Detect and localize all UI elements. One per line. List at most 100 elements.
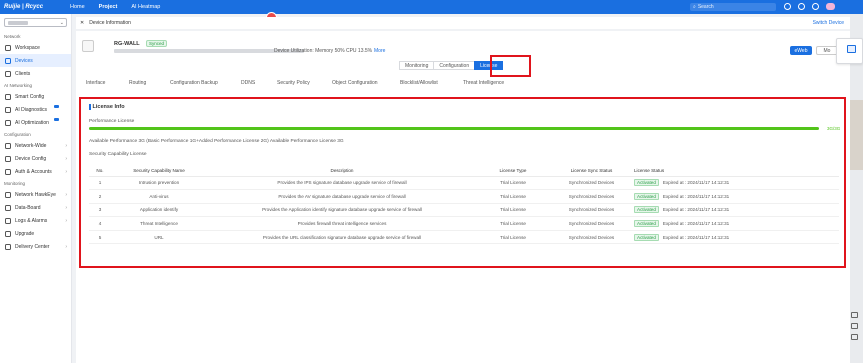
nav-project[interactable]: Project bbox=[99, 4, 118, 10]
tab-configuration[interactable]: Configuration bbox=[433, 61, 476, 70]
sidebar-item-data-board[interactable]: Data-Board › bbox=[0, 201, 71, 214]
new-badge bbox=[54, 105, 59, 108]
sidebar-item-logs-alarms[interactable]: Logs & Alarms › bbox=[0, 214, 71, 227]
sidebar-item-network-wide[interactable]: Network-Wide › bbox=[0, 139, 71, 152]
sidebar-item-label: Upgrade bbox=[15, 230, 35, 237]
cell-sync: Synchronized Devices bbox=[549, 176, 634, 191]
col-no: No. bbox=[89, 165, 111, 177]
top-nav: Home Project AI Heatmap bbox=[70, 4, 160, 10]
cell-description: Provides firewall threat intelligence se… bbox=[207, 216, 477, 231]
cell-sync: Synchronized Devices bbox=[549, 189, 634, 204]
table-row: 5 URL Provides the URL classification si… bbox=[89, 230, 839, 245]
cell-status: Activated Expired at : 2024/11/17 14:12:3… bbox=[634, 203, 839, 218]
background-photo bbox=[850, 100, 863, 170]
cell-description: Provides the IPS signature database upgr… bbox=[207, 176, 477, 191]
ai-diagnostics-icon bbox=[5, 106, 11, 113]
close-icon[interactable]: ✕ bbox=[80, 20, 84, 26]
sidebar-item-ai-diagnostics[interactable]: AI Diagnostics bbox=[0, 103, 71, 116]
page-title: Device Information bbox=[89, 20, 131, 26]
search-icon: ⌕ bbox=[693, 4, 696, 10]
tab-security-policy[interactable]: Security Policy bbox=[277, 80, 310, 86]
sidebar-item-clients[interactable]: Clients bbox=[0, 67, 71, 80]
tab-object-configuration[interactable]: Object Configuration bbox=[332, 80, 378, 86]
expiry-text: Expired at : 2024/11/17 14:12:31 bbox=[662, 234, 730, 240]
chevron-right-icon: › bbox=[65, 191, 67, 198]
sidebar-item-label: AI Optimization bbox=[15, 119, 49, 126]
cell-name: Application identify bbox=[111, 203, 207, 218]
smart-config-icon bbox=[5, 93, 11, 100]
document-icon[interactable] bbox=[851, 334, 858, 340]
sidebar-item-label: Smart Config bbox=[15, 93, 45, 100]
new-badge bbox=[54, 118, 59, 121]
table-row: 2 Anti-virus Provides the AV signature d… bbox=[89, 189, 839, 204]
message-icon[interactable] bbox=[798, 3, 805, 10]
sidebar-item-delivery-center[interactable]: Delivery Center › bbox=[0, 240, 71, 253]
brand-logo[interactable]: Ruijie | Rcycc bbox=[0, 4, 60, 10]
panel-icon[interactable] bbox=[847, 45, 856, 53]
license-title-text: License Info bbox=[92, 104, 125, 110]
cell-status: Activated Expired at : 2024/11/17 14:12:3… bbox=[634, 216, 839, 231]
activated-badge: Activated bbox=[634, 220, 659, 228]
tab-monitoring[interactable]: Monitoring bbox=[399, 61, 435, 70]
cell-name: Anti-virus bbox=[111, 189, 207, 204]
help-icon[interactable] bbox=[784, 3, 791, 10]
eweb-button[interactable]: eWeb bbox=[790, 46, 812, 55]
sidebar-item-upgrade[interactable]: Upgrade bbox=[0, 227, 71, 240]
search-input[interactable]: ⌕ Search bbox=[690, 3, 776, 11]
switch-device-link[interactable]: Switch Device bbox=[813, 20, 844, 26]
chevron-right-icon: › bbox=[65, 155, 67, 162]
org-name-redacted bbox=[8, 21, 28, 25]
sidebar: ⌄ Network Workspace Devices Clients AI N… bbox=[0, 14, 72, 363]
sidebar-item-devices[interactable]: Devices bbox=[0, 54, 71, 67]
col-license-type: License Type bbox=[477, 165, 549, 177]
activated-badge: Activated bbox=[634, 179, 659, 187]
tab-threat-intelligence[interactable]: Threat Intelligence bbox=[463, 80, 504, 86]
tab-routing[interactable]: Routing bbox=[129, 80, 146, 86]
top-bar: Ruijie | Rcycc Home Project AI Heatmap ⌕… bbox=[0, 0, 863, 14]
chevron-right-icon: › bbox=[65, 243, 67, 250]
section-ai-networking: AI Networking bbox=[4, 83, 33, 88]
performance-progress bbox=[89, 127, 819, 130]
network-wide-icon bbox=[5, 142, 11, 149]
hawkeye-icon bbox=[5, 191, 11, 198]
nav-ai-heatmap[interactable]: AI Heatmap bbox=[131, 4, 160, 10]
tab-interface[interactable]: Interface bbox=[86, 80, 105, 86]
section-configuration: Configuration bbox=[4, 132, 31, 137]
sidebar-item-smart-config[interactable]: Smart Config bbox=[0, 90, 71, 103]
chevron-right-icon: › bbox=[65, 142, 67, 149]
sidebar-item-label: Clients bbox=[15, 70, 31, 77]
tab-blocklist-allowlist[interactable]: Blocklist/Allowlist bbox=[400, 80, 438, 86]
sidebar-item-label: Device Config bbox=[15, 155, 47, 162]
tab-configuration-backup[interactable]: Configuration Backup bbox=[170, 80, 218, 86]
upgrade-icon bbox=[5, 230, 11, 237]
logs-icon bbox=[5, 217, 11, 224]
right-gutter bbox=[850, 14, 863, 363]
sidebar-item-label: Logs & Alarms bbox=[15, 217, 48, 224]
sidebar-item-ai-optimization[interactable]: AI Optimization bbox=[0, 116, 71, 129]
feedback-icon[interactable] bbox=[851, 323, 858, 329]
cell-type: Trial License bbox=[477, 189, 549, 204]
sidebar-item-workspace[interactable]: Workspace bbox=[0, 41, 71, 54]
avatar[interactable] bbox=[826, 3, 835, 10]
sidebar-item-device-config[interactable]: Device Config › bbox=[0, 152, 71, 165]
cell-no: 1 bbox=[89, 176, 111, 191]
cell-no: 2 bbox=[89, 189, 111, 204]
org-select[interactable]: ⌄ bbox=[4, 18, 67, 27]
tab-ddns[interactable]: DDNS bbox=[241, 80, 255, 86]
device-config-icon bbox=[5, 155, 11, 162]
globe-icon[interactable] bbox=[812, 3, 819, 10]
section-monitoring: Monitoring bbox=[4, 181, 26, 186]
floating-panel[interactable] bbox=[836, 38, 863, 64]
cell-description: Provides the URL classification signatur… bbox=[207, 230, 477, 245]
nav-home[interactable]: Home bbox=[70, 4, 85, 10]
more-link[interactable]: More bbox=[374, 48, 385, 54]
table-header-row: No. Security Capability Name Description… bbox=[89, 165, 839, 177]
sidebar-item-auth-accounts[interactable]: Auth & Accounts › bbox=[0, 165, 71, 178]
more-button[interactable]: Mo bbox=[816, 46, 838, 55]
sidebar-item-label: Workspace bbox=[15, 44, 40, 51]
table-row: 4 Threat Intelligence Provides firewall … bbox=[89, 216, 839, 231]
search-placeholder: Search bbox=[697, 4, 714, 10]
sidebar-item-network-hawkeye[interactable]: Network HawkEye › bbox=[0, 188, 71, 201]
chat-icon[interactable] bbox=[851, 312, 858, 318]
cell-status: Activated Expired at : 2024/11/17 14:12:3… bbox=[634, 189, 839, 204]
